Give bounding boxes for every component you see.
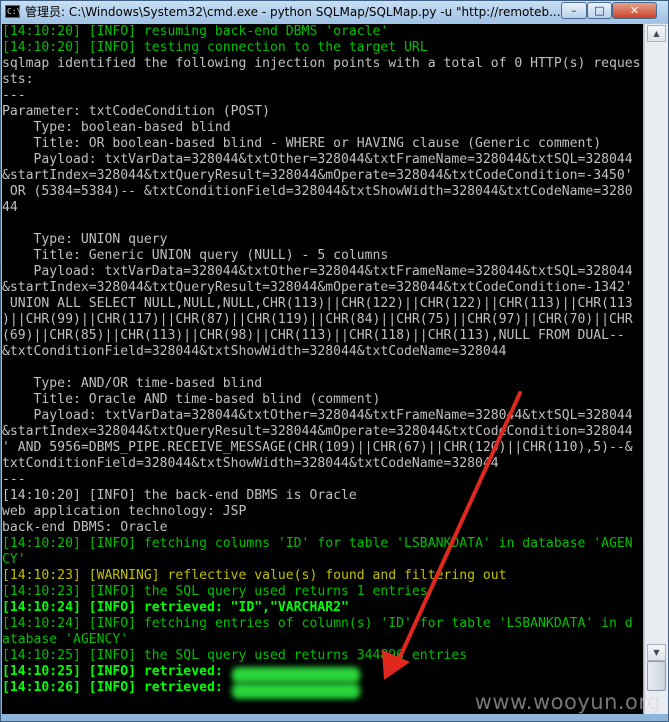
annotation-overlay: [382, 391, 522, 680]
red-arrowhead-icon: [382, 650, 410, 680]
watermark: www.wooyun.org: [474, 690, 661, 714]
red-arrow-icon: [393, 391, 522, 670]
